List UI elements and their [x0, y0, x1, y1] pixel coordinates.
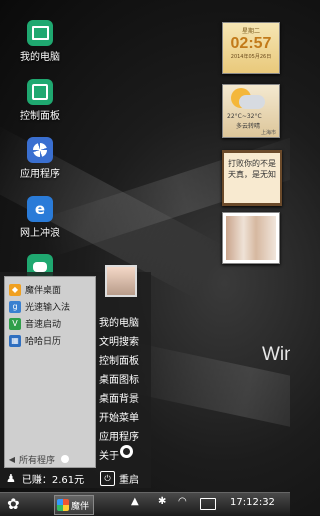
wallpaper-win-text: Win [262, 344, 290, 365]
wifi-icon[interactable]: ◠ [178, 496, 187, 507]
taskbar: ✿ 魔伴 ▲ ✱ ◠ 17:12:32 [0, 492, 290, 516]
scroll-dot-icon [61, 455, 70, 463]
menu-item-desktop-icons[interactable]: 桌面图标 [99, 371, 139, 386]
weather-widget[interactable]: 22°C~32°C 多云转晴 上海市 [222, 84, 280, 138]
desktop-icon-label: 网上冲浪 [20, 228, 60, 239]
desktop-icon-control-panel[interactable]: 控制面板 [10, 79, 70, 122]
task-label: 魔伴 [71, 501, 90, 512]
back-arrow-icon: ◀ [8, 454, 16, 464]
program-label: 光速输入法 [25, 303, 71, 313]
cloud-icon [239, 95, 265, 109]
program-item[interactable]: V 音速启动 [5, 315, 95, 332]
about-icon [120, 445, 133, 458]
desktop-icon-browser[interactable]: e 网上冲浪 [10, 196, 70, 239]
program-label: 音速启动 [25, 320, 62, 330]
battery-icon[interactable] [200, 498, 216, 510]
avatar[interactable] [105, 265, 137, 297]
clock-widget[interactable]: 星期二 02:57 2014年05月26日 [222, 22, 280, 74]
start-menu-footer: ♟ 已赚：2.61元 ⏻ 重启 [0, 468, 151, 488]
start-menu: ◆ 魔伴桌面 g 光速输入法 V 音速启动 ▦ 哈哈日历 ◀ 所有程序 我的电脑… [0, 265, 151, 488]
note-line: 天真，是无知 [228, 170, 276, 179]
desktop-icon-label: 应用程序 [20, 169, 60, 180]
start-button[interactable]: ✿ [7, 496, 23, 512]
taskbar-task[interactable]: 魔伴 [54, 495, 94, 515]
mobanzhuomian-icon: ◆ [9, 283, 21, 296]
menu-item-start-menu[interactable]: 开始菜单 [99, 409, 139, 424]
browser-icon: e [27, 196, 53, 222]
photo-widget[interactable] [222, 212, 280, 264]
input-method-icon: g [9, 300, 21, 313]
clock-weekday: 星期二 [241, 28, 260, 35]
weather-condition: 多云转晴 [236, 123, 261, 130]
taskbar-clock: 17:12:32 [230, 497, 275, 508]
program-item[interactable]: ▦ 哈哈日历 [5, 332, 95, 349]
menu-item-desktop-background[interactable]: 桌面背景 [99, 390, 139, 405]
earned-amount: 已赚：2.61元 [21, 474, 85, 486]
calendar-icon: ▦ [9, 334, 21, 347]
computer-icon [27, 20, 53, 46]
restart-label: 重启 [119, 475, 139, 486]
menu-item-about[interactable]: 关于 [99, 447, 119, 462]
person-icon: ♟ [6, 471, 16, 485]
desktop-icon-label: 控制面板 [20, 111, 60, 122]
desktop-icon-apps[interactable]: 应用程序 [10, 137, 70, 180]
up-arrow-icon[interactable]: ▲ [131, 496, 139, 507]
photo-icon [226, 216, 276, 260]
clock-date: 2014年05月26日 [230, 54, 272, 60]
desktop-icon-label: 我的电脑 [20, 52, 60, 63]
all-programs-button[interactable]: ◀ 所有程序 [5, 451, 95, 467]
program-label: 魔伴桌面 [25, 286, 62, 296]
clock-time: 02:57 [230, 35, 272, 52]
power-icon: ⏻ [100, 471, 115, 486]
weather-city: 上海市 [260, 130, 276, 136]
apps-icon [27, 137, 53, 163]
note-widget[interactable]: 打败你的不是 天真，是无知 [222, 150, 282, 206]
quick-launch-icon: V [9, 317, 21, 330]
bluetooth-icon[interactable]: ✱ [158, 496, 166, 507]
program-label: 哈哈日历 [25, 337, 62, 347]
restart-button[interactable]: ⏻ 重启 [100, 471, 139, 486]
menu-item-apps[interactable]: 应用程序 [99, 428, 139, 443]
control-panel-icon [27, 79, 53, 105]
menu-item-search[interactable]: 文明搜索 [99, 333, 139, 348]
mobanzhuomian-icon [57, 499, 69, 511]
all-programs-label: 所有程序 [19, 455, 56, 466]
menu-item-my-computer[interactable]: 我的电脑 [99, 314, 139, 329]
program-item[interactable]: ◆ 魔伴桌面 [5, 281, 95, 298]
program-item[interactable]: g 光速输入法 [5, 298, 95, 315]
weather-temperature: 22°C~32°C [227, 113, 262, 120]
desktop-icon-my-computer[interactable]: 我的电脑 [10, 20, 70, 63]
note-line: 打败你的不是 [228, 159, 276, 168]
menu-item-control-panel[interactable]: 控制面板 [99, 352, 139, 367]
program-list: ◆ 魔伴桌面 g 光速输入法 V 音速启动 ▦ 哈哈日历 ◀ 所有程序 [4, 276, 96, 468]
